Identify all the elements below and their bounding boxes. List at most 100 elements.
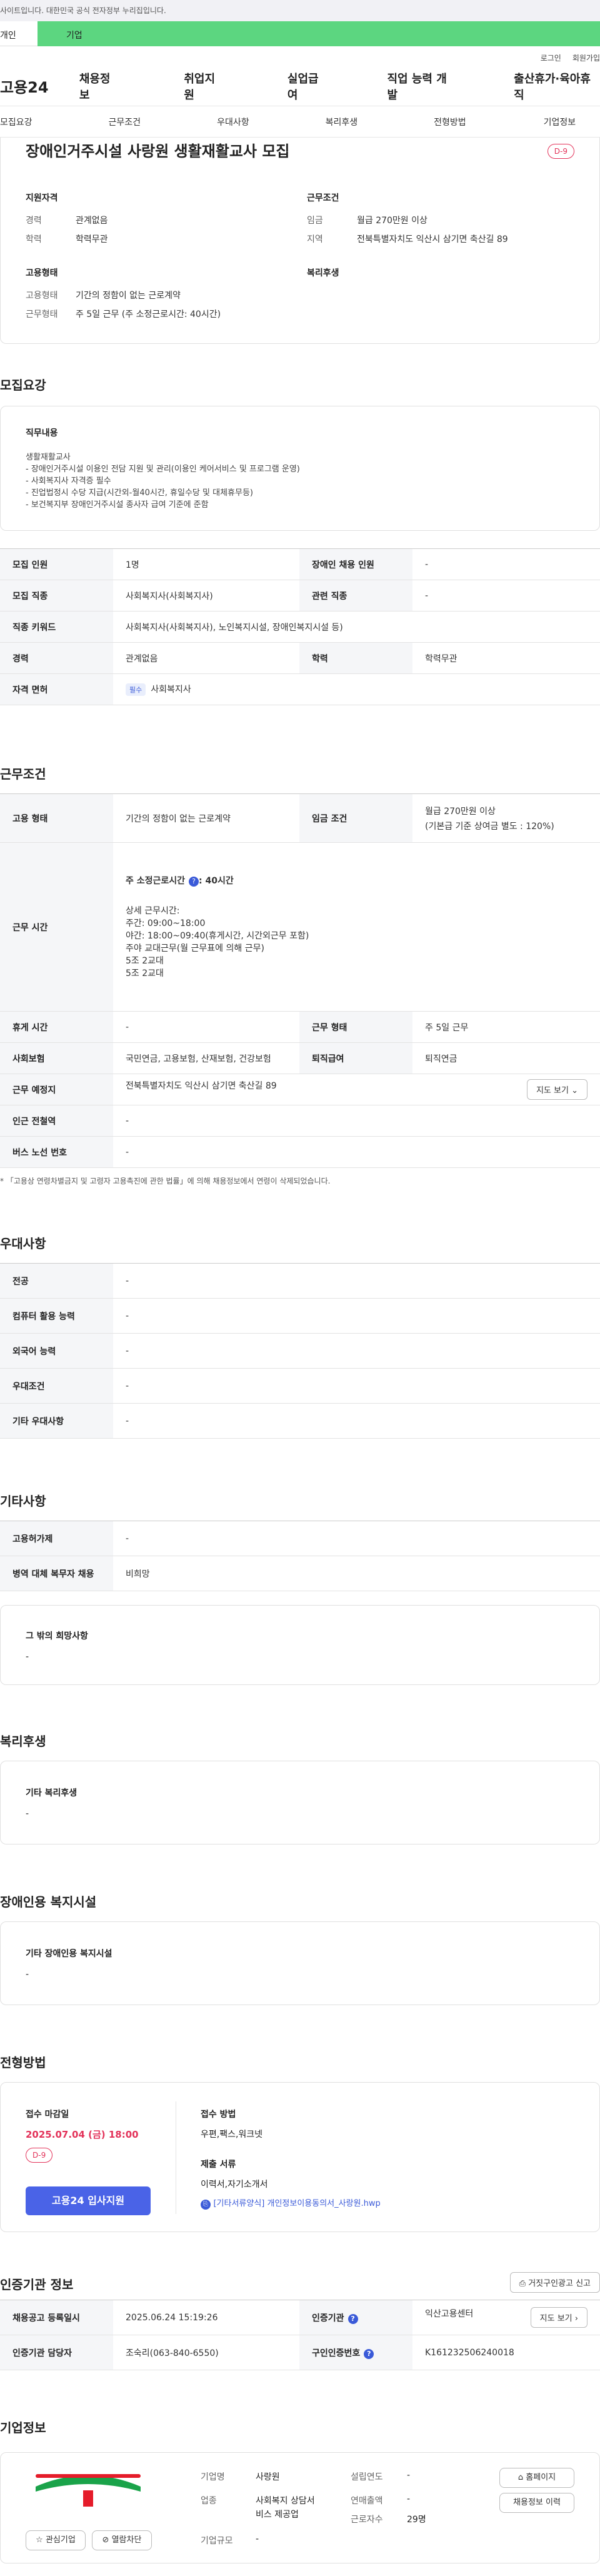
- gnb-item[interactable]: 직업 능력 개발: [387, 70, 456, 103]
- row-value: 기간의 정함이 없는 근로계약: [113, 793, 299, 843]
- favorite-label: 관심기업: [45, 2535, 76, 2545]
- duty-line: - 장애인거주시설 이용인 전담 지원 및 관리(이용인 케어서비스 및 프로그…: [26, 465, 300, 474]
- gnb: 고용24 채용정보 취업지원 실업급여 직업 능력 개발 출산휴가·육아휴직: [0, 66, 600, 106]
- favorite-company-button[interactable]: ☆ 관심기업: [26, 2530, 86, 2550]
- job-history-button[interactable]: 채용정보 이력: [499, 2493, 574, 2513]
- summary-qual-head: 지원자격: [26, 193, 58, 203]
- row-value: 퇴직연금: [412, 1042, 600, 1074]
- summary-label: 임금: [307, 216, 323, 226]
- row-value: 1명: [113, 548, 299, 580]
- row-label: 기타 우대사항: [0, 1403, 113, 1439]
- welfare-title: 복리후생: [0, 1734, 46, 1749]
- etc-title: 기타사항: [0, 1494, 46, 1509]
- age-note: * 「고용상 연령차별금지 및 고령자 고용촉진에 관한 법률」에 의해 채용정…: [0, 1177, 331, 1185]
- tab-person[interactable]: 개인: [0, 21, 38, 46]
- row-label: 경력: [0, 642, 113, 674]
- row-value: 2025.06.24 15:19:26: [113, 2300, 299, 2335]
- help-icon[interactable]: ?: [364, 2348, 374, 2359]
- row-value: 필수 사회복지사: [113, 673, 600, 705]
- duty-line: - 보건복지부 장애인거주시설 종사자 급여 기준에 준함: [26, 500, 209, 510]
- row-label: 학력: [299, 642, 412, 674]
- gnb-item[interactable]: 출산휴가·육아휴직: [514, 70, 600, 103]
- subnav-item[interactable]: 복리후생: [326, 116, 358, 128]
- row-label: 고용 형태: [0, 793, 113, 843]
- method-value: 우편,팩스,워크넷: [201, 2130, 263, 2140]
- row-value: K161232506240018: [412, 2335, 600, 2370]
- cert-map-button[interactable]: 지도 보기 ›: [530, 2307, 588, 2328]
- duty-card: 직무내용 생활재활교사 - 장애인거주시설 이용인 전담 지원 및 관리(이용인…: [0, 406, 600, 531]
- map-button[interactable]: 지도 보기 ⌄: [526, 1079, 588, 1100]
- row-label: 휴게 시간: [0, 1011, 113, 1043]
- summary-label: 학력: [26, 234, 42, 244]
- help-icon[interactable]: ?: [348, 2313, 358, 2324]
- row-label: 직종 키워드: [0, 611, 113, 643]
- hours-line: 5조 2교대: [126, 955, 164, 966]
- apply-button[interactable]: 고용24 입사지원: [26, 2186, 151, 2215]
- row-label: 구인인증번호?: [299, 2335, 412, 2370]
- gnb-item[interactable]: 채용정보: [79, 70, 121, 103]
- map-button-label: 지도 보기: [536, 1086, 569, 1095]
- company-title: 기업정보: [0, 2420, 46, 2435]
- duty-head: 직무내용: [26, 428, 58, 438]
- section-subnav: 모집요강 근무조건 우대사항 복리후생 전형방법 기업정보: [0, 106, 600, 138]
- company-card: ☆ 관심기업 ⊘ 열람차단 기업명 사랑원 업종 사회복지 상담서 비스 제공업…: [0, 2452, 600, 2563]
- subnav-item[interactable]: 기업정보: [544, 116, 576, 128]
- row-label: 근무 시간: [0, 842, 113, 1012]
- org-label: 인증기관: [312, 2313, 344, 2323]
- docs-head: 제출 서류: [201, 2160, 236, 2170]
- row-value: -: [113, 1521, 600, 1556]
- recruit-title: 모집요강: [0, 378, 46, 393]
- logo-bar: [36, 2474, 141, 2478]
- block-view-button[interactable]: ⊘ 열람차단: [92, 2530, 152, 2550]
- company-logo: [36, 2474, 141, 2507]
- row-value: 학력무관: [412, 642, 600, 674]
- top-tabs: 개인 기업: [0, 21, 600, 46]
- subnav-item[interactable]: 우대사항: [217, 116, 249, 128]
- etc-other-head: 그 밖의 희망사항: [26, 1631, 88, 1641]
- company-label: 근로자수: [351, 2515, 383, 2525]
- company-label: 기업명: [201, 2472, 225, 2482]
- row-label: 인증기관 담당자: [0, 2335, 113, 2370]
- row-value: 전북특별자치도 익산시 삼기면 축산길 89 지도 보기 ⌄: [113, 1074, 600, 1105]
- row-label: 모집 직종: [0, 580, 113, 611]
- gnb-item[interactable]: 실업급여: [288, 70, 329, 103]
- subnav-item[interactable]: 전형방법: [434, 116, 466, 128]
- row-label: 관련 직종: [299, 580, 412, 611]
- company-value: -: [407, 2494, 411, 2504]
- tab-corp[interactable]: 기업: [38, 21, 600, 46]
- disabled-title: 장애인용 복지시설: [0, 1894, 97, 1909]
- summary-value: 전북특별자치도 익산시 삼기면 축산길 89: [357, 234, 508, 244]
- logo[interactable]: 고용24: [0, 75, 69, 97]
- row-value: 사회복지사(사회복지사): [113, 580, 299, 611]
- summary-value: 학력무관: [76, 234, 108, 244]
- cert-table: 채용공고 등록일시 2025.06.24 15:19:26 인증기관? 익산고용…: [0, 2300, 600, 2370]
- report-fake-ad-button[interactable]: ⎙ 거짓구인광고 신고: [509, 2272, 600, 2293]
- homepage-button[interactable]: ⌂ 홈페이지: [499, 2468, 574, 2488]
- subnav-item[interactable]: 모집요강: [0, 116, 32, 128]
- row-value: 조숙리(063-840-6550): [113, 2335, 299, 2370]
- welfare-head: 기타 복리후생: [26, 1788, 78, 1798]
- etc-table: 고용허가제 - 병역 대체 복무자 채용 비희망: [0, 1521, 600, 1591]
- join-link[interactable]: 회원가입: [572, 53, 600, 66]
- row-label: 모집 인원: [0, 548, 113, 580]
- org-value: 익산고용센터: [425, 2309, 474, 2319]
- summary-label: 경력: [26, 216, 42, 226]
- util-menu: 로그인 회원가입: [0, 46, 600, 66]
- hours-line: 주간: 09:00~18:00: [126, 918, 206, 928]
- home-icon: ⌂: [518, 2473, 524, 2482]
- wage-line: (기본급 기준 상여금 별도 : 120%): [425, 821, 554, 832]
- row-value: -: [113, 1403, 600, 1439]
- report-button-label: 거짓구인광고 신고: [528, 2279, 591, 2288]
- hours-line: 주야 교대근무(월 근무표에 의해 근무): [126, 943, 264, 953]
- hours-line: 야간: 18:00~09:40(휴게시간, 시간외근무 포함): [126, 930, 309, 941]
- work-title: 근무조건: [0, 767, 46, 782]
- cert-map-label: 지도 보기: [539, 2314, 572, 2323]
- company-value: 비스 제공업: [256, 2510, 299, 2520]
- login-link[interactable]: 로그인: [541, 53, 561, 66]
- subnav-item[interactable]: 근무조건: [109, 116, 141, 128]
- summary-value: 주 5일 근무 (주 소정근로시간: 40시간): [76, 309, 221, 319]
- pref-table: 전공 - 컴퓨터 활용 능력 - 외국어 능력 - 우대조건 - 기타 우대사항 -: [0, 1263, 600, 1439]
- file-download-link[interactable]: ⎘ [기타서류양식] 개인정보이용동의서_사랑원.hwp: [201, 2196, 381, 2210]
- help-icon[interactable]: ?: [189, 876, 199, 887]
- gnb-item[interactable]: 취업지원: [184, 70, 225, 103]
